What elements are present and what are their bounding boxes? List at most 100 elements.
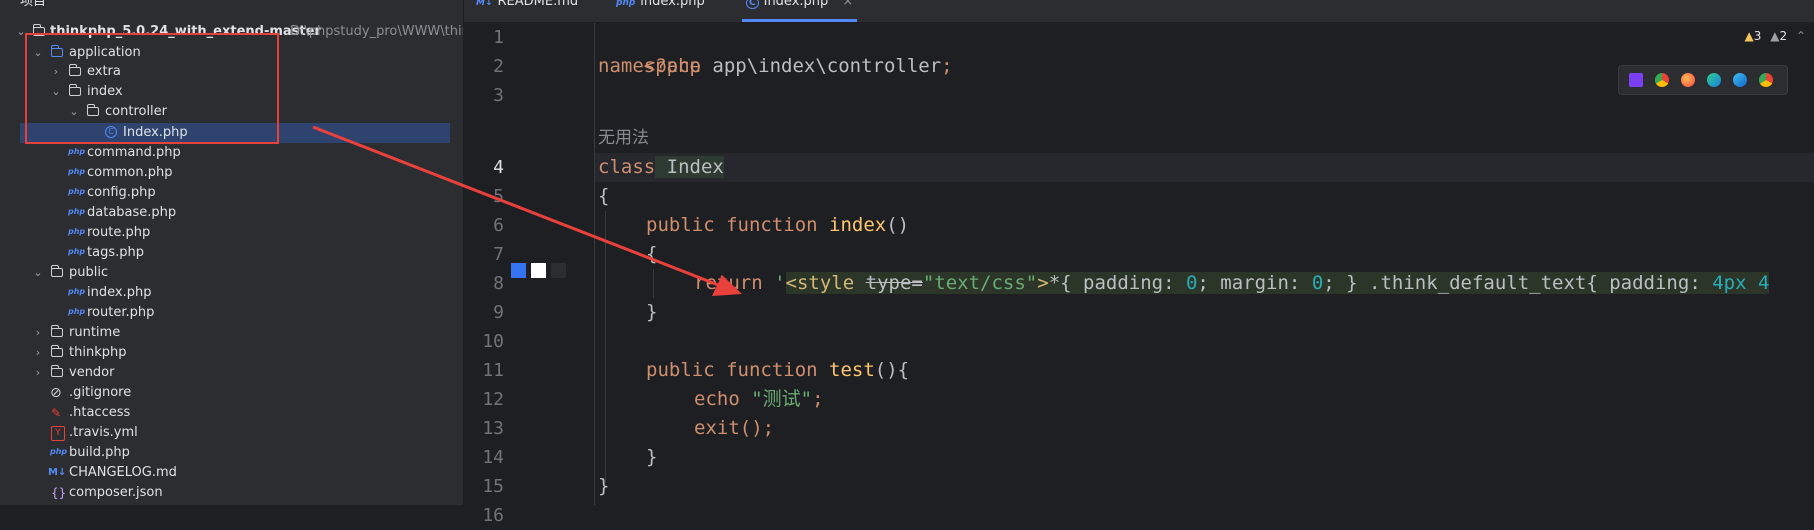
code-line-7: { (646, 243, 658, 265)
tree-item-thinkphp[interactable]: › thinkphp (0, 343, 463, 363)
line-number: 1 (493, 27, 504, 48)
php-class-icon: C (746, 0, 759, 9)
line-number: 14 (482, 447, 504, 468)
panel-title[interactable]: 项目 (20, 0, 46, 9)
tree-item-build-php[interactable]: php build.php (0, 443, 463, 463)
tab-label: README.md (497, 0, 579, 9)
css-text: ; margin: (1197, 272, 1312, 294)
chrome-icon[interactable] (1759, 73, 1773, 87)
tree-item-config-php[interactable]: php config.php (0, 183, 463, 203)
edge-icon[interactable] (1707, 73, 1721, 87)
parens: () (886, 214, 910, 236)
expand-all-icon[interactable]: ⌄ (356, 0, 366, 2)
tree-item-changelog-md[interactable]: M↓ CHANGELOG.md (0, 463, 463, 483)
php-file-icon: php (68, 207, 86, 216)
inspection-widget[interactable]: ▲3 ▲2 ⌃ (1745, 29, 1806, 43)
parens: (){ (874, 359, 910, 381)
line-number: 8 (493, 273, 504, 294)
chevron-down-icon[interactable]: ⌄ (48, 0, 58, 2)
keyword: return (694, 272, 763, 294)
weak-warning-count: 2 (1779, 29, 1788, 43)
code-line-8: return '<style type="text/css">*{ paddin… (694, 269, 1770, 298)
collapse-all-icon[interactable]: ⌃ (378, 0, 388, 2)
tree-item-route-php[interactable]: php route.php (0, 223, 463, 243)
indent-guide (653, 269, 654, 298)
tab-Index-php-active[interactable]: C Index.php × (742, 0, 858, 22)
folder-icon (50, 265, 63, 277)
yaml-icon: Y (51, 426, 65, 441)
tree-item-label: config.php (87, 185, 156, 200)
line-number: 11 (482, 360, 504, 381)
code-line-14: } (646, 446, 658, 468)
tree-item-gitignore[interactable]: ⊘ .gitignore (0, 383, 463, 403)
line-number: 12 (482, 389, 504, 410)
tree-item-label: thinkphp (69, 345, 127, 360)
css-number: 0 (1185, 272, 1198, 294)
html-attr: type (865, 272, 912, 294)
tree-item-composer-json[interactable]: {} composer.json (0, 483, 463, 503)
equals: = (911, 272, 923, 294)
attr-value: "text/css" (922, 272, 1038, 294)
php-file-icon: php (68, 307, 86, 316)
warning-icon: ▲ (1744, 29, 1754, 43)
tree-item-label: command.php (87, 145, 181, 160)
tab-readme-md[interactable]: M↓ README.md (476, 0, 578, 22)
function-name: test (817, 359, 875, 381)
php-file-icon: php (616, 0, 636, 8)
tree-item-public-index-php[interactable]: php index.php (0, 283, 463, 303)
folder-icon (50, 345, 63, 357)
tree-item-label: build.php (69, 445, 130, 460)
tree-item-label: route.php (87, 225, 151, 240)
usage-hint[interactable]: 无用法 (598, 124, 649, 153)
chevron-right-icon[interactable]: › (31, 343, 45, 363)
keyword: public function (646, 359, 818, 381)
code-line-9: } (646, 301, 658, 323)
line-number: 2 (493, 56, 504, 77)
code-editor[interactable]: 1 2 3 4 5 6 7 8 9 10 11 12 13 14 15 16 <… (464, 23, 1814, 526)
tree-item-database-php[interactable]: php database.php (0, 203, 463, 223)
chevron-down-icon[interactable]: ⌄ (31, 263, 45, 283)
tree-item-router-php[interactable]: php router.php (0, 303, 463, 323)
minimize-icon[interactable]: — (432, 0, 444, 2)
tree-item-travis-yml[interactable]: Y .travis.yml (0, 423, 463, 443)
annotation-highlight-box (25, 33, 279, 144)
color-swatch-blue[interactable] (511, 263, 526, 278)
color-swatch-dark[interactable] (551, 263, 566, 278)
tree-item-label: tags.php (87, 245, 144, 260)
tree-item-label: composer.json (69, 485, 163, 500)
warning-count: 3 (1753, 29, 1762, 43)
parens: (); (739, 417, 775, 439)
tree-item-common-php[interactable]: php common.php (0, 163, 463, 183)
tree-item-tags-php[interactable]: php tags.php (0, 243, 463, 263)
tree-item-label: router.php (87, 305, 155, 320)
tree-item-runtime[interactable]: › runtime (0, 323, 463, 343)
close-icon[interactable]: × (842, 0, 853, 9)
tree-item-command-php[interactable]: php command.php (0, 143, 463, 163)
phpstorm-icon[interactable] (1629, 73, 1643, 87)
chrome-icon[interactable] (1655, 73, 1669, 87)
string-quote: ' (762, 272, 786, 294)
color-swatch-white[interactable] (531, 263, 546, 278)
chevron-up-icon[interactable]: ⌃ (1796, 29, 1806, 43)
chevron-right-icon[interactable]: › (31, 363, 45, 383)
tree-item-label: .travis.yml (69, 425, 138, 440)
line-number: 7 (493, 244, 504, 265)
firefox-icon[interactable] (1681, 73, 1695, 87)
css-text: ; } .think_default_text{ padding: (1323, 272, 1713, 294)
tree-item-label: vendor (69, 365, 115, 380)
chevron-right-icon[interactable]: › (31, 323, 45, 343)
php-file-icon: php (68, 227, 86, 236)
tree-item-vendor[interactable]: › vendor (0, 363, 463, 383)
tab-label: Index.php (763, 0, 829, 9)
code-line-4: class Index (598, 153, 724, 182)
edge-icon[interactable] (1733, 73, 1747, 87)
tree-item-label: .htaccess (69, 405, 131, 420)
crosshair-icon[interactable]: ⊕ (330, 0, 340, 2)
options-icon[interactable]: ⋮ (405, 0, 417, 2)
folder-icon (50, 365, 63, 377)
line-number: 15 (482, 476, 504, 497)
tree-item-htaccess[interactable]: ✎ .htaccess (0, 403, 463, 423)
tab-index-php[interactable]: php index.php (616, 0, 705, 22)
tree-item-public[interactable]: ⌄ public (0, 263, 463, 283)
code-line-13: exit(); (694, 414, 774, 443)
